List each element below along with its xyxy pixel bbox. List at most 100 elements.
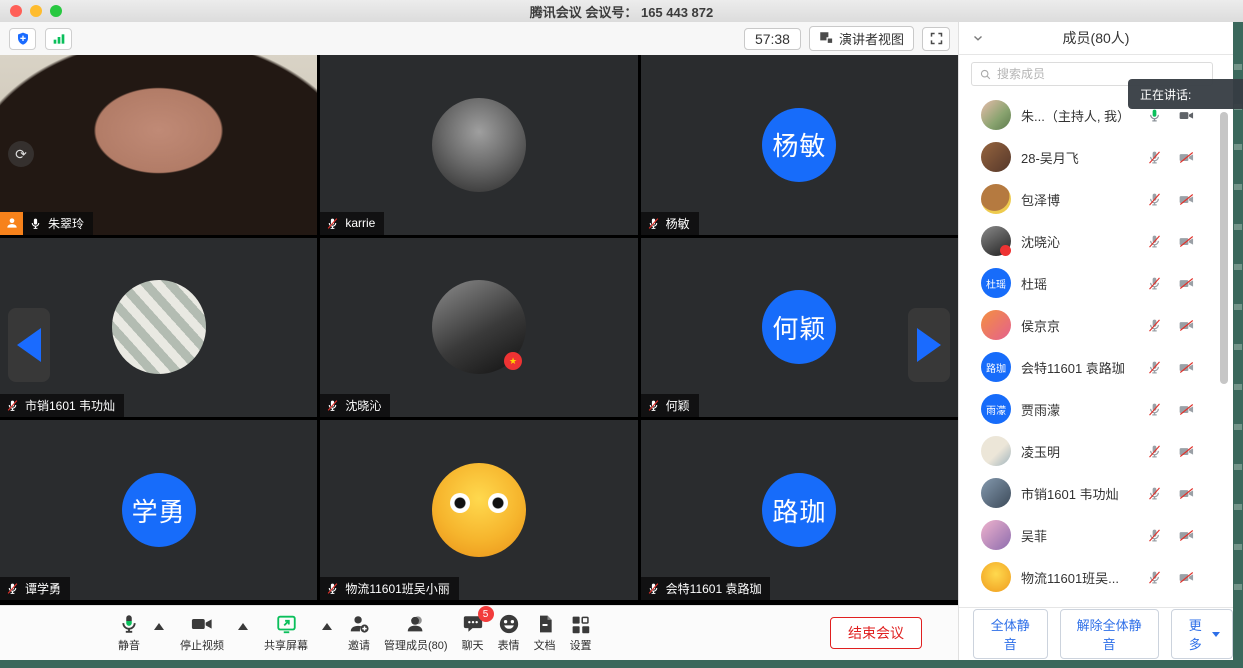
mute-options-arrow[interactable] (154, 623, 164, 630)
avatar (981, 478, 1011, 508)
mic-muted-icon[interactable] (1147, 276, 1162, 291)
member-row[interactable]: 吴菲 (959, 514, 1233, 556)
mic-muted-icon (6, 399, 19, 412)
camera-off-icon[interactable] (1178, 150, 1195, 165)
member-name: 沈晓沁 (1021, 232, 1147, 251)
emoji-button[interactable]: 表情 (498, 613, 520, 653)
mic-muted-icon[interactable] (1147, 570, 1162, 585)
manage-members-label: 管理成员(80) (384, 637, 448, 653)
manage-members-button[interactable]: 管理成员(80) (384, 613, 448, 653)
previous-page-button[interactable] (8, 308, 50, 382)
avatar: 雨濛 (981, 394, 1011, 424)
mic-muted-icon[interactable] (1147, 528, 1162, 543)
app-toolbar: 57:38 演讲者视图 (0, 22, 958, 55)
video-tile[interactable]: 杨敏 杨敏 (641, 55, 958, 235)
member-row[interactable]: 市销1601 韦功灿 (959, 472, 1233, 514)
camera-off-icon[interactable] (1178, 528, 1195, 543)
avatar (981, 436, 1011, 466)
share-screen-button[interactable]: 共享屏幕 (264, 613, 308, 653)
scrollbar-thumb[interactable] (1220, 112, 1228, 384)
mic-muted-icon[interactable] (1147, 402, 1162, 417)
chat-button[interactable]: 5 聊天 (462, 613, 484, 653)
members-panel-footer: 全体静音 解除全体静音 更多 (959, 607, 1233, 660)
chevron-down-icon[interactable] (971, 31, 985, 45)
member-row[interactable]: 物流11601班吴... (959, 556, 1233, 598)
member-name: 物流11601班吴... (1021, 568, 1147, 587)
mic-on-icon[interactable] (1147, 108, 1162, 123)
camera-off-icon[interactable] (1178, 486, 1195, 501)
smiley-icon (498, 613, 520, 635)
docs-label: 文档 (534, 637, 556, 653)
fullscreen-button[interactable] (922, 27, 950, 51)
member-row[interactable]: 凌玉明 (959, 430, 1233, 472)
avatar: ★ (432, 280, 526, 374)
member-row[interactable]: 侯京京 (959, 304, 1233, 346)
member-name: 贾雨濛 (1021, 400, 1147, 419)
share-screen-icon (275, 613, 298, 635)
member-name: 28-吴月飞 (1021, 148, 1147, 167)
end-meeting-button[interactable]: 结束会议 (830, 617, 922, 649)
invite-person-icon (348, 613, 370, 635)
members-panel: 成员(80人) 朱...（主持人, 我） 28-吴月飞 (958, 22, 1233, 660)
mute-button[interactable]: 静音 (118, 613, 140, 653)
member-name: 市销1601 韦功灿 (1021, 484, 1147, 503)
camera-off-icon[interactable] (1178, 360, 1195, 375)
avatar (981, 142, 1011, 172)
tile-name: 会特11601 袁路珈 (666, 580, 762, 597)
member-row[interactable]: 路珈 会特11601 袁路珈 (959, 346, 1233, 388)
share-screen-label: 共享屏幕 (264, 637, 308, 653)
document-icon (535, 613, 555, 635)
window-titlebar: 腾讯会议 会议号： 165 443 872 (0, 0, 1243, 22)
member-row[interactable]: 雨濛 贾雨濛 (959, 388, 1233, 430)
video-tile[interactable]: 物流11601班吴小丽 (320, 420, 637, 600)
speaker-view-button[interactable]: 演讲者视图 (809, 26, 914, 51)
camera-off-icon[interactable] (1178, 402, 1195, 417)
camera-off-icon[interactable] (1178, 276, 1195, 291)
dropdown-arrow-icon (1212, 632, 1220, 637)
arrow-right-icon (917, 328, 941, 362)
member-row[interactable]: 包泽博 (959, 178, 1233, 220)
mic-muted-icon[interactable] (1147, 192, 1162, 207)
video-tile[interactable]: 学勇 谭学勇 (0, 420, 317, 600)
stop-video-label: 停止视频 (180, 637, 224, 653)
member-row[interactable]: 沈晓沁 (959, 220, 1233, 262)
camera-on-icon[interactable] (1178, 108, 1195, 123)
unmute-all-button[interactable]: 解除全体静音 (1060, 609, 1159, 659)
video-tile[interactable]: 路珈 会特11601 袁路珈 (641, 420, 958, 600)
docs-button[interactable]: 文档 (534, 613, 556, 653)
flip-camera-icon[interactable]: ⟳ (8, 141, 34, 167)
mic-muted-icon[interactable] (1147, 444, 1162, 459)
camera-off-icon[interactable] (1178, 570, 1195, 585)
video-options-arrow[interactable] (238, 623, 248, 630)
member-row[interactable]: 28-吴月飞 (959, 136, 1233, 178)
tile-name: 朱翠玲 (48, 215, 84, 232)
invite-button[interactable]: 邀请 (348, 613, 370, 653)
member-row[interactable]: 杜瑶 杜瑶 (959, 262, 1233, 304)
mic-muted-icon[interactable] (1147, 318, 1162, 333)
more-button[interactable]: 更多 (1171, 609, 1233, 659)
next-page-button[interactable] (908, 308, 950, 382)
avatar (981, 184, 1011, 214)
camera-off-icon[interactable] (1178, 318, 1195, 333)
meeting-timer: 57:38 (744, 28, 801, 50)
network-status-button[interactable] (45, 28, 72, 50)
mic-muted-icon[interactable] (1147, 234, 1162, 249)
settings-button[interactable]: 设置 (570, 614, 592, 653)
member-name: 侯京京 (1021, 316, 1147, 335)
camera-off-icon[interactable] (1178, 192, 1195, 207)
security-button[interactable] (9, 28, 36, 50)
video-tile[interactable]: ★ 沈晓沁 (320, 238, 637, 418)
video-tile[interactable]: ⟳ 朱翠玲 (0, 55, 317, 235)
camera-off-icon[interactable] (1178, 234, 1195, 249)
stop-video-button[interactable]: 停止视频 (180, 613, 224, 653)
settings-grid-icon (570, 614, 591, 635)
video-tile[interactable]: karrie (320, 55, 637, 235)
mic-muted-icon[interactable] (1147, 150, 1162, 165)
mic-muted-icon[interactable] (1147, 360, 1162, 375)
share-options-arrow[interactable] (322, 623, 332, 630)
flag-badge: ★ (504, 352, 522, 370)
tile-name: 何颖 (666, 397, 690, 414)
mic-muted-icon[interactable] (1147, 486, 1162, 501)
mute-all-button[interactable]: 全体静音 (973, 609, 1048, 659)
camera-off-icon[interactable] (1178, 444, 1195, 459)
